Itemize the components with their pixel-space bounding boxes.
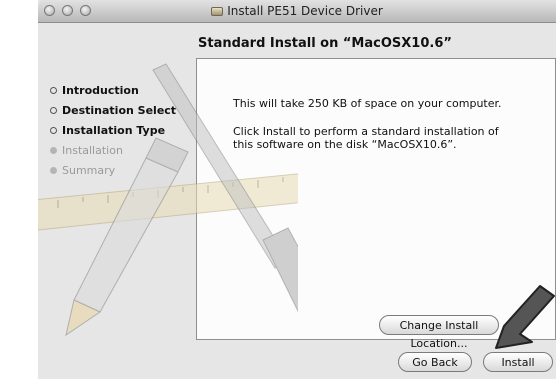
- step-installation: Installation: [50, 140, 176, 160]
- window-title: Install PE51 Device Driver: [38, 4, 556, 18]
- disk-space-message: This will take 250 KB of space on your c…: [233, 97, 502, 110]
- installer-window: Install PE51 Device Driver Standard Inst…: [38, 0, 556, 379]
- step-destination-select: Destination Select: [50, 100, 176, 120]
- step-label: Installation: [62, 143, 123, 157]
- step-label: Destination Select: [62, 103, 177, 117]
- install-steps-list: Introduction Destination Select Installa…: [50, 80, 176, 180]
- step-installation-type: Installation Type: [50, 120, 176, 140]
- install-instruction-line1: Click Install to perform a standard inst…: [233, 125, 499, 138]
- step-completed-icon: [50, 86, 57, 94]
- change-install-location-button[interactable]: Change Install Location...: [379, 315, 499, 350]
- step-label: Introduction: [62, 83, 139, 97]
- step-completed-icon: [50, 106, 57, 114]
- arrow-cursor-icon: [495, 285, 555, 349]
- title-bar[interactable]: Install PE51 Device Driver: [38, 0, 556, 23]
- step-label: Installation Type: [62, 123, 166, 137]
- install-button[interactable]: Install: [483, 352, 553, 372]
- step-introduction: Introduction: [50, 80, 176, 100]
- step-pending-icon: [50, 166, 57, 174]
- step-pending-icon: [50, 146, 57, 154]
- step-label: Summary: [62, 163, 116, 177]
- window-title-text: Install PE51 Device Driver: [227, 4, 383, 18]
- step-summary: Summary: [50, 160, 176, 180]
- install-instruction-line2: this software on the disk “MacOSX10.6”.: [233, 138, 457, 151]
- package-icon: [211, 7, 224, 16]
- step-current-icon: [50, 126, 57, 134]
- page-title: Standard Install on “MacOSX10.6”: [198, 36, 452, 51]
- go-back-button[interactable]: Go Back: [398, 352, 472, 372]
